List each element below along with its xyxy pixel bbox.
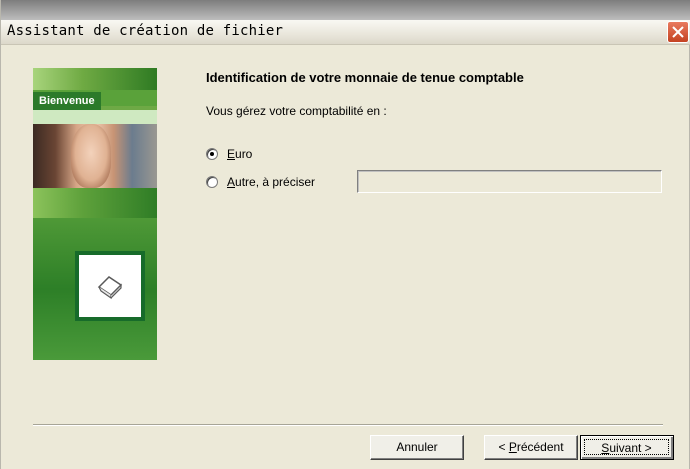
other-currency-input[interactable] bbox=[357, 170, 662, 193]
person-photo bbox=[71, 124, 111, 188]
radio-other[interactable]: Autre, à préciser bbox=[206, 174, 315, 190]
document-icon-box bbox=[75, 251, 145, 321]
next-button-focus: Suivant > bbox=[584, 439, 669, 455]
next-button[interactable]: Suivant > bbox=[580, 435, 674, 460]
page-heading: Identification de votre monnaie de tenue… bbox=[206, 70, 524, 85]
welcome-side-panel: Bienvenue bbox=[33, 68, 157, 360]
radio-euro-label[interactable]: Euro bbox=[227, 147, 252, 161]
cancel-button[interactable]: Annuler bbox=[370, 435, 464, 460]
window-title: Assistant de création de fichier bbox=[7, 23, 284, 39]
screen-top-strip bbox=[1, 0, 690, 20]
wizard-window: Assistant de création de fichier Bienven… bbox=[0, 0, 690, 469]
button-separator bbox=[33, 424, 663, 426]
title-bar[interactable]: Assistant de création de fichier bbox=[1, 20, 690, 45]
welcome-label: Bienvenue bbox=[33, 92, 101, 110]
radio-other-button[interactable] bbox=[206, 176, 218, 188]
close-icon bbox=[672, 26, 684, 38]
previous-button[interactable]: < Précédent bbox=[484, 435, 578, 460]
close-button[interactable] bbox=[667, 21, 689, 43]
radio-other-label[interactable]: Autre, à préciser bbox=[227, 175, 315, 189]
radio-euro[interactable]: Euro bbox=[206, 146, 252, 162]
question-text: Vous gérez votre comptabilité en : bbox=[206, 104, 387, 118]
radio-euro-button[interactable] bbox=[206, 148, 218, 160]
document-icon bbox=[97, 276, 123, 300]
